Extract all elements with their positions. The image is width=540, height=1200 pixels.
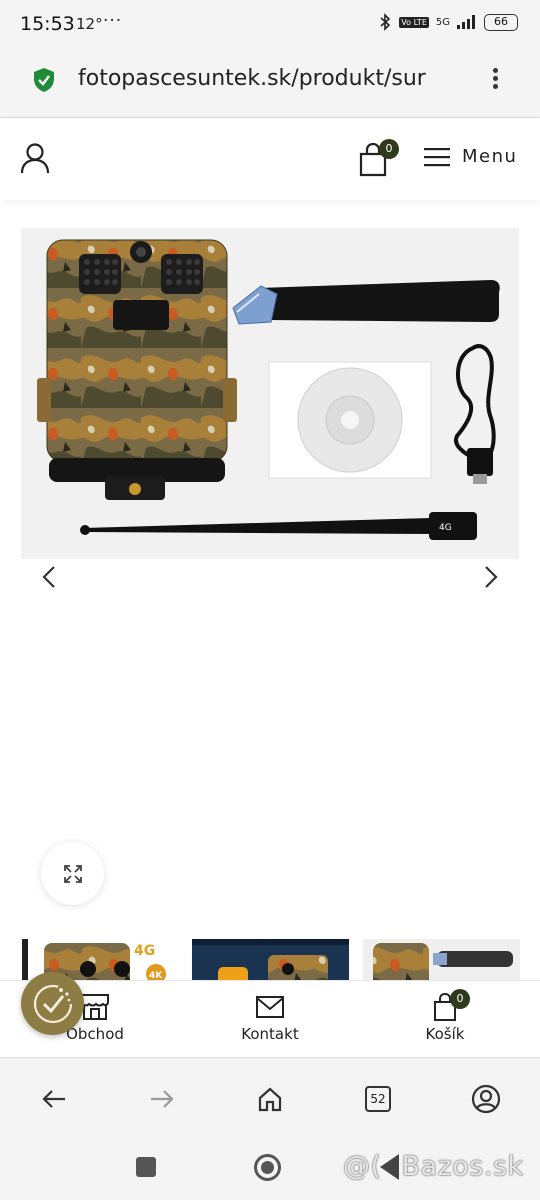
browser-menu-icon[interactable] bbox=[485, 65, 505, 95]
browser-back-button[interactable] bbox=[37, 1082, 71, 1116]
browser-forward-button[interactable] bbox=[145, 1082, 179, 1116]
cart-count-badge: 0 bbox=[379, 139, 399, 159]
recent-apps-icon[interactable] bbox=[136, 1157, 156, 1177]
store-icon bbox=[81, 994, 109, 1020]
volte-label: Vo LTE bbox=[399, 16, 429, 28]
carousel-prev-icon[interactable] bbox=[38, 562, 60, 592]
site-header: 0 Menu bbox=[0, 118, 540, 200]
battery-level: 66 bbox=[494, 14, 508, 28]
menu-label: Menu bbox=[462, 146, 518, 167]
bluetooth-icon bbox=[380, 13, 391, 31]
home-icon bbox=[258, 1087, 282, 1112]
nav-contact-label: Kontakt bbox=[241, 1025, 299, 1043]
network-type: 5G bbox=[435, 16, 450, 28]
nav-cart-label: Košík bbox=[425, 1025, 465, 1043]
thumbnail-3-image bbox=[363, 939, 520, 981]
thumbnail-3[interactable] bbox=[363, 939, 520, 981]
account-circle-icon bbox=[471, 1084, 501, 1114]
signal-icon bbox=[457, 15, 475, 29]
watermark: @( Bazos.sk bbox=[343, 1151, 524, 1182]
user-account-icon[interactable] bbox=[20, 142, 50, 174]
product-image[interactable]: 4G bbox=[21, 228, 519, 559]
secure-shield-icon[interactable] bbox=[33, 67, 55, 93]
expand-icon bbox=[63, 864, 82, 883]
eco-badge[interactable] bbox=[21, 972, 84, 1035]
menu-button[interactable]: Menu bbox=[424, 146, 517, 167]
browser-url-bar: fotopascesuntek.sk/produkt/sur bbox=[0, 48, 540, 118]
browser-account-button[interactable] bbox=[469, 1082, 503, 1116]
nav-cart-badge: 0 bbox=[450, 989, 470, 1009]
nav-contact[interactable]: Kontakt bbox=[215, 993, 325, 1043]
browser-home-button[interactable] bbox=[253, 1082, 287, 1116]
system-home-icon[interactable] bbox=[254, 1154, 281, 1181]
battery-icon: 66 bbox=[484, 13, 518, 31]
hamburger-icon bbox=[424, 147, 450, 166]
arrow-left-icon bbox=[42, 1090, 65, 1108]
status-time: 15:53 bbox=[20, 13, 75, 35]
watermark-text: Bazos.sk bbox=[401, 1151, 524, 1182]
zoom-button[interactable] bbox=[41, 842, 104, 905]
status-bar: 15:53 12° ··· Vo LTE 5G 66 bbox=[0, 0, 540, 48]
system-nav: @( Bazos.sk bbox=[0, 1137, 540, 1200]
antenna-label: 4G bbox=[439, 523, 452, 533]
browser-tabs-button[interactable]: 52 bbox=[361, 1082, 395, 1116]
url-field[interactable]: fotopascesuntek.sk/produkt/sur bbox=[78, 66, 462, 91]
verified-leaf-icon bbox=[33, 984, 72, 1023]
product-photo: 4G bbox=[37, 239, 500, 540]
arrow-right-icon bbox=[151, 1090, 174, 1108]
thumbnail-2[interactable] bbox=[192, 939, 349, 981]
status-temperature: 12° bbox=[76, 15, 103, 33]
header-cart-button[interactable]: 0 bbox=[358, 138, 399, 178]
status-indicators: Vo LTE 5G 66 bbox=[378, 13, 518, 31]
thumbnail-1-badge: 4G bbox=[134, 943, 155, 959]
watermark-prefix: @( bbox=[343, 1151, 382, 1182]
mail-icon bbox=[256, 996, 284, 1018]
tabs-count: 52 bbox=[365, 1086, 391, 1112]
browser-toolbar: 52 bbox=[0, 1057, 540, 1137]
status-more-icon: ··· bbox=[103, 11, 123, 31]
nav-cart[interactable]: 0 Košík bbox=[390, 989, 500, 1043]
carousel-next-icon[interactable] bbox=[480, 562, 502, 592]
thumbnail-2-image bbox=[192, 939, 349, 981]
